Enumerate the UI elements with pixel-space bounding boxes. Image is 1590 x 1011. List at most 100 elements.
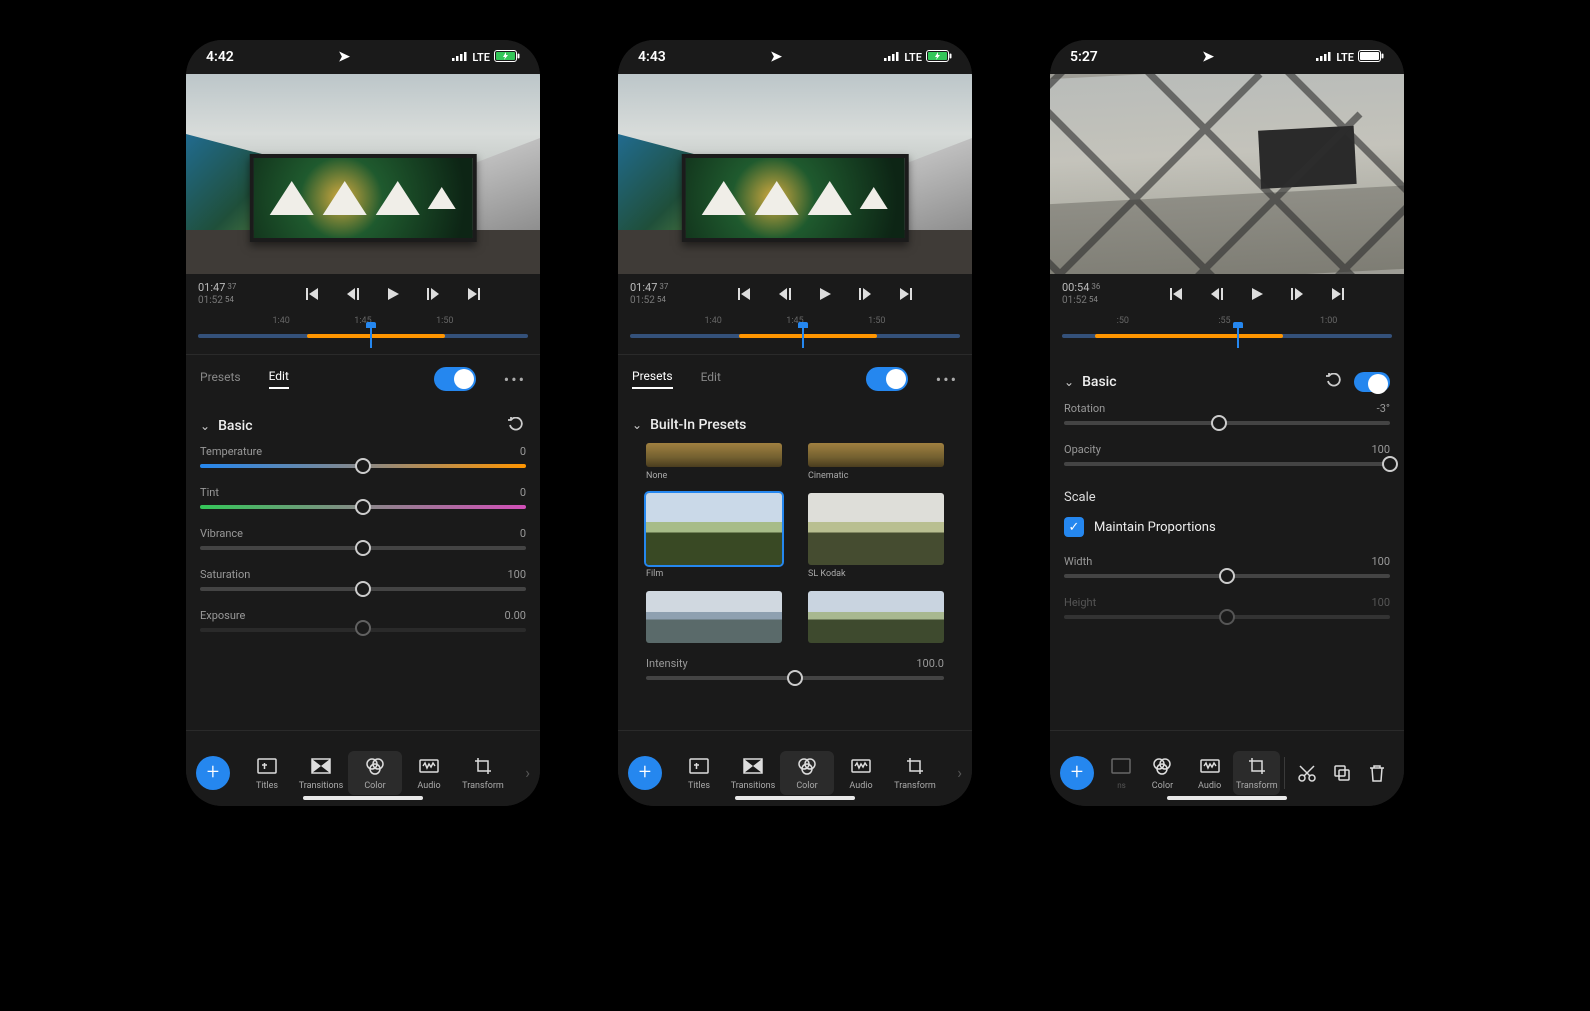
next-clip-button[interactable] [898, 287, 912, 301]
chevron-down-icon: ⌄ [1064, 375, 1074, 389]
video-preview[interactable] [618, 74, 972, 274]
signal-icon [1316, 51, 1332, 64]
more-menu-icon[interactable]: ••• [504, 370, 526, 389]
preset-item[interactable] [808, 591, 944, 643]
slider-opacity[interactable]: Opacity100 [1064, 443, 1390, 466]
tool-transitions[interactable]: Transitions [726, 755, 780, 791]
tool-titles[interactable]: ns [1104, 755, 1139, 790]
home-indicator[interactable] [1167, 796, 1287, 800]
battery-icon [1358, 50, 1384, 65]
section-header[interactable]: ⌄ Built-In Presets [618, 403, 972, 443]
edit-tabs: Presets Edit ••• [618, 354, 972, 403]
slider-rotation[interactable]: Rotation-3° [1064, 402, 1390, 425]
carrier-label: LTE [1336, 51, 1354, 64]
step-forward-button[interactable] [426, 287, 440, 301]
tool-audio[interactable]: Audio [1186, 755, 1233, 791]
tool-color[interactable]: Color [780, 751, 834, 795]
prev-clip-button[interactable] [306, 287, 320, 301]
timeline[interactable]: 1:40 1:45 1:50 [186, 314, 540, 354]
status-bar: 5:27➤ LTE [1050, 40, 1404, 74]
maintain-proportions-label: Maintain Proportions [1094, 520, 1216, 535]
slider-vibrance[interactable]: Vibrance0 [200, 527, 526, 550]
reset-icon[interactable] [1326, 373, 1344, 391]
slider-temperature[interactable]: Temperature0 [200, 445, 526, 468]
cut-button[interactable] [1289, 762, 1324, 784]
prev-clip-button[interactable] [1170, 287, 1184, 301]
step-back-button[interactable] [1210, 287, 1224, 301]
step-back-button[interactable] [346, 287, 360, 301]
tool-transform[interactable]: Transform [888, 755, 942, 791]
reset-icon[interactable] [508, 417, 526, 435]
preset-item[interactable] [646, 591, 782, 643]
transport-bar: 00:5436 01:5254 [1050, 274, 1404, 314]
playhead[interactable] [370, 328, 372, 348]
maintain-proportions-row[interactable]: ✓ Maintain Proportions [1064, 517, 1390, 537]
timeline-clip[interactable] [1095, 334, 1283, 338]
slider-panel: Temperature0 Tint0 Vibrance0 Saturation1… [186, 445, 540, 730]
tool-color[interactable]: Color [1139, 755, 1186, 791]
preset-cinematic[interactable]: Cinematic [808, 443, 944, 481]
signal-icon [884, 51, 900, 64]
tab-edit[interactable]: Edit [269, 369, 289, 389]
add-button[interactable]: + [628, 756, 662, 790]
chevron-right-icon[interactable]: › [525, 763, 530, 782]
tab-presets[interactable]: Presets [632, 369, 673, 389]
effect-toggle[interactable] [866, 367, 908, 391]
tool-titles[interactable]: Titles [240, 755, 294, 791]
add-button[interactable]: + [196, 756, 230, 790]
tool-color[interactable]: Color [348, 751, 402, 795]
slider-width[interactable]: Width100 [1064, 555, 1390, 578]
play-button[interactable] [818, 287, 832, 301]
next-clip-button[interactable] [1330, 287, 1344, 301]
add-button[interactable]: + [1060, 756, 1094, 790]
home-indicator[interactable] [303, 796, 423, 800]
effect-toggle[interactable] [1354, 372, 1390, 392]
tool-audio[interactable]: Audio [402, 755, 456, 791]
slider-exposure[interactable]: Exposure0.00 [200, 609, 526, 632]
delete-button[interactable] [1359, 762, 1394, 784]
scale-heading: Scale [1064, 484, 1390, 517]
bottom-toolbar: + Titles Transitions Color Audio Transfo… [618, 730, 972, 806]
play-button[interactable] [1250, 287, 1264, 301]
slider-tint[interactable]: Tint0 [200, 486, 526, 509]
tool-transform[interactable]: Transform [456, 755, 510, 791]
prev-clip-button[interactable] [738, 287, 752, 301]
timeline-clip[interactable] [307, 334, 446, 338]
more-menu-icon[interactable]: ••• [936, 370, 958, 389]
checkbox-checked-icon[interactable]: ✓ [1064, 517, 1084, 537]
chevron-down-icon: ⌄ [632, 418, 642, 432]
playhead[interactable] [1237, 328, 1239, 348]
timeline-clip[interactable] [739, 334, 878, 338]
section-header[interactable]: ⌄ Basic [186, 403, 540, 445]
location-icon: ➤ [338, 49, 350, 65]
effect-toggle[interactable] [434, 367, 476, 391]
tool-transitions[interactable]: Transitions [294, 755, 348, 791]
slider-saturation[interactable]: Saturation100 [200, 568, 526, 591]
step-back-button[interactable] [778, 287, 792, 301]
toolbar-separator [1284, 757, 1285, 789]
play-button[interactable] [386, 287, 400, 301]
tool-titles[interactable]: Titles [672, 755, 726, 791]
tab-presets[interactable]: Presets [200, 370, 241, 388]
tool-transform[interactable]: Transform [1233, 751, 1280, 795]
tool-audio[interactable]: Audio [834, 755, 888, 791]
video-preview[interactable] [1050, 74, 1404, 274]
preset-film[interactable]: Film [646, 493, 782, 579]
section-header[interactable]: ⌄ Basic [1050, 354, 1404, 402]
video-preview[interactable] [186, 74, 540, 274]
timeline[interactable]: :50 :55 1:00 [1050, 314, 1404, 354]
transport-bar: 01:4737 01:5254 [618, 274, 972, 314]
location-icon: ➤ [770, 49, 782, 65]
tab-edit[interactable]: Edit [701, 370, 721, 388]
preset-none[interactable]: None [646, 443, 782, 481]
timeline[interactable]: 1:40 1:45 1:50 [618, 314, 972, 354]
next-clip-button[interactable] [466, 287, 480, 301]
playhead[interactable] [802, 328, 804, 348]
slider-intensity[interactable]: Intensity100.0 [632, 643, 958, 680]
chevron-right-icon[interactable]: › [957, 763, 962, 782]
duplicate-button[interactable] [1324, 762, 1359, 784]
preset-sl-kodak[interactable]: SL Kodak [808, 493, 944, 579]
step-forward-button[interactable] [858, 287, 872, 301]
home-indicator[interactable] [735, 796, 855, 800]
step-forward-button[interactable] [1290, 287, 1304, 301]
